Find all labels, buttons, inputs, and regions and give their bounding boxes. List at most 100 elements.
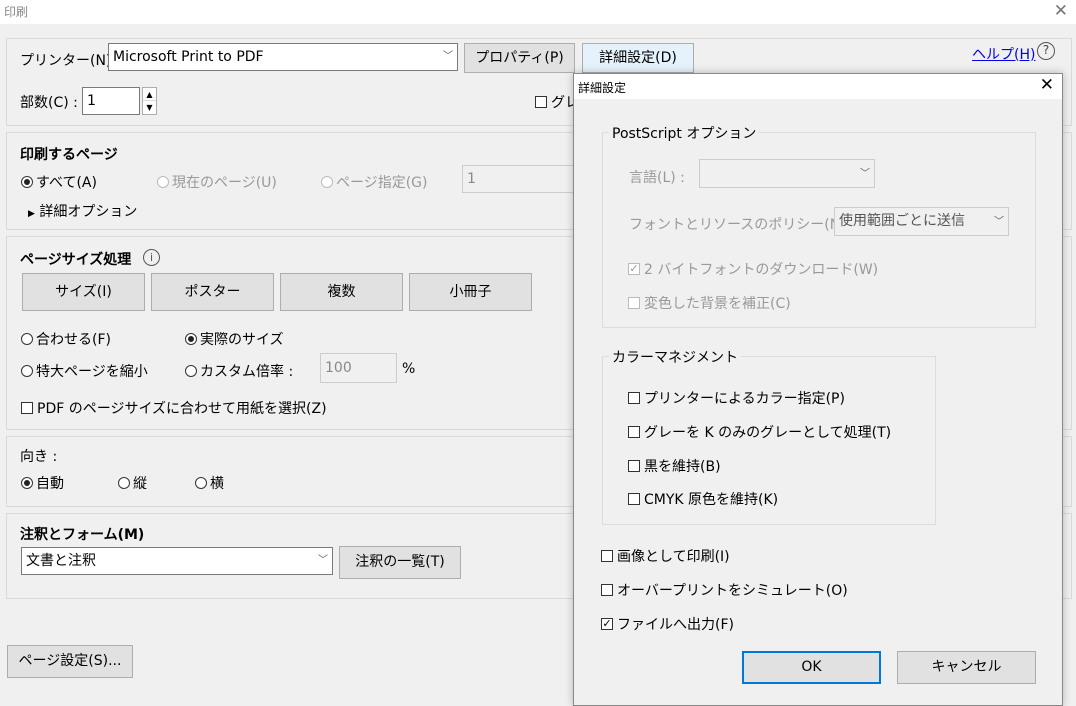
page-sizing-title: ページサイズ処理 (20, 252, 132, 268)
download-2byte-label: 2 バイトフォントのダウンロード(W) (644, 262, 879, 278)
printer-select[interactable]: Microsoft Print to PDF ﹀ (108, 43, 458, 71)
keep-cmyk-label: CMYK 原色を維持(K) (644, 492, 779, 508)
tab-size[interactable]: サイズ(I) (22, 273, 145, 311)
checkbox-box (628, 426, 640, 438)
pdf-paper-label: PDF のページサイズに合わせて用紙を選択(Z) (37, 401, 327, 417)
gray-to-k-label: グレーを K のみのグレーとして処理(T) (644, 425, 892, 441)
font-policy-value: 使用範囲ごとに送信 (839, 213, 965, 229)
comments-select[interactable]: 文書と注釈 ﹀ (21, 547, 333, 575)
advanced-button[interactable]: 詳細設定(D) (582, 43, 694, 73)
radio-circle (21, 365, 33, 377)
correct-background-checkbox[interactable]: 変色した背景を補正(C) (628, 293, 791, 313)
comments-title: 注釈とフォーム(M) (20, 527, 145, 543)
chevron-down-icon: ﹀ (443, 51, 453, 62)
pages-all-radio[interactable]: すべて(A) (21, 172, 97, 192)
pages-all-label: すべて(A) (36, 175, 97, 191)
printer-label: プリンター(N) : (20, 53, 121, 69)
info-icon[interactable]: i (143, 249, 160, 266)
orientation-portrait-radio[interactable]: 縦 (118, 473, 147, 493)
radio-circle (157, 176, 169, 188)
pdf-paper-checkbox[interactable]: PDF のページサイズに合わせて用紙を選択(Z) (21, 398, 327, 418)
cancel-button[interactable]: キャンセル (897, 651, 1036, 684)
fit-label: 合わせる(F) (36, 332, 111, 348)
orientation-landscape-label: 横 (210, 476, 224, 492)
radio-circle (321, 176, 333, 188)
radio-circle (195, 477, 207, 489)
checkbox-box (628, 297, 640, 309)
keep-cmyk-checkbox[interactable]: CMYK 原色を維持(K) (628, 489, 778, 509)
advanced-dialog: 詳細設定 ✕ PostScript オプション 言語(L) : ﹀ フォントとリ… (573, 73, 1063, 706)
help-icon[interactable]: ? (1037, 42, 1055, 60)
orientation-auto-radio[interactable]: 自動 (21, 473, 64, 493)
copies-stepper[interactable]: ▲ ▼ (142, 87, 157, 115)
print-as-image-checkbox[interactable]: 画像として印刷(I) (601, 546, 730, 566)
orientation-portrait-label: 縦 (133, 476, 147, 492)
more-options-label: 詳細オプション (39, 204, 138, 220)
help-link[interactable]: ヘルプ(H) (972, 44, 1035, 64)
checkbox-box (601, 584, 613, 596)
comments-value: 文書と注釈 (26, 553, 96, 569)
title-bar (0, 0, 1076, 24)
radio-circle (185, 365, 197, 377)
custom-scale-label: カスタム倍率 : (200, 364, 294, 380)
pages-current-radio[interactable]: 現在のページ(U) (157, 172, 277, 192)
shrink-label: 特大ページを縮小 (36, 364, 148, 380)
actual-size-radio[interactable]: 実際のサイズ (185, 329, 284, 349)
custom-scale-radio[interactable]: カスタム倍率 : (185, 361, 293, 381)
pages-range-label: ページ指定(G) (336, 175, 428, 191)
pages-range-radio[interactable]: ページ指定(G) (321, 172, 428, 192)
chevron-down-icon: ﹀ (994, 216, 1004, 227)
chevron-down-icon: ﹀ (860, 168, 870, 179)
radio-circle (21, 176, 33, 188)
window-title: 印刷 (4, 5, 29, 19)
checkbox-box (535, 96, 547, 108)
advanced-dialog-title: 詳細設定 (574, 74, 1062, 99)
print-to-file-checkbox[interactable]: ✓ ファイルへ出力(F) (601, 614, 734, 634)
print-to-file-label: ファイルへ出力(F) (617, 617, 734, 633)
download-2byte-checkbox[interactable]: ✓ 2 バイトフォントのダウンロード(W) (628, 259, 878, 279)
copies-input[interactable]: 1 (82, 87, 140, 115)
orientation-title: 向き : (20, 449, 58, 465)
font-policy-select[interactable]: 使用範囲ごとに送信 ﹀ (834, 207, 1009, 236)
orientation-auto-label: 自動 (36, 476, 64, 492)
language-select[interactable]: ﹀ (699, 159, 875, 188)
checkbox-box (628, 493, 640, 505)
page-setup-button[interactable]: ページ設定(S)... (7, 645, 133, 678)
printer-color-checkbox[interactable]: プリンターによるカラー指定(P) (628, 388, 845, 408)
printer-value: Microsoft Print to PDF (113, 49, 264, 65)
copies-label: 部数(C) : (20, 95, 78, 111)
printer-color-label: プリンターによるカラー指定(P) (644, 391, 845, 407)
postscript-legend: PostScript オプション (609, 123, 760, 143)
close-icon[interactable]: ✕ (1054, 1, 1068, 21)
stepper-down-icon[interactable]: ▼ (143, 101, 156, 114)
summarize-comments-button[interactable]: 注釈の一覧(T) (339, 546, 461, 579)
gray-to-k-checkbox[interactable]: グレーを K のみのグレーとして処理(T) (628, 422, 891, 442)
checkbox-box (628, 460, 640, 472)
tab-poster[interactable]: ポスター (151, 273, 274, 311)
fit-radio[interactable]: 合わせる(F) (21, 329, 111, 349)
tab-booklet[interactable]: 小冊子 (409, 273, 532, 311)
checkmark-icon: ✓ (601, 617, 613, 630)
custom-scale-input[interactable]: 100 (320, 353, 397, 383)
font-policy-label: フォントとリソースのポリシー(N) : (629, 217, 855, 233)
tab-multiple[interactable]: 複数 (280, 273, 403, 311)
radio-circle (118, 477, 130, 489)
properties-button[interactable]: プロパティ(P) (464, 43, 575, 73)
stepper-up-icon[interactable]: ▲ (143, 88, 156, 101)
simulate-overprint-checkbox[interactable]: オーバープリントをシミュレート(O) (601, 580, 848, 600)
checkmark-icon: ✓ (628, 262, 640, 275)
shrink-radio[interactable]: 特大ページを縮小 (21, 361, 148, 381)
percent-label: % (402, 361, 416, 377)
ok-button[interactable]: OK (742, 651, 881, 684)
keep-black-label: 黒を維持(B) (644, 459, 721, 475)
radio-circle (185, 333, 197, 345)
keep-black-checkbox[interactable]: 黒を維持(B) (628, 456, 721, 476)
orientation-landscape-radio[interactable]: 横 (195, 473, 224, 493)
pages-current-label: 現在のページ(U) (172, 175, 277, 191)
pages-range-input[interactable]: 1 (462, 165, 574, 193)
actual-size-label: 実際のサイズ (200, 332, 284, 348)
close-icon[interactable]: ✕ (1040, 75, 1054, 95)
checkbox-box (21, 402, 33, 414)
more-options-toggle[interactable]: ▶ 詳細オプション (28, 201, 137, 221)
checkbox-box (601, 550, 613, 562)
